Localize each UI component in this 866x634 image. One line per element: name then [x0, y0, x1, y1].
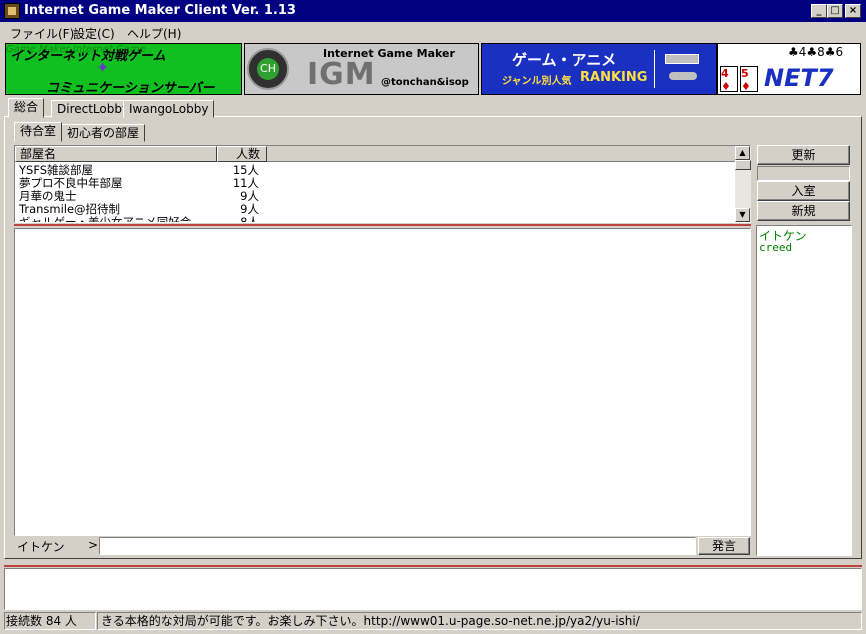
- banner-net7[interactable]: ♣4♣8♣6 4 ♦ 5 ♦ NET7: [717, 43, 861, 95]
- scroll-up-icon[interactable]: ▲: [735, 146, 750, 160]
- scroll-thumb[interactable]: [735, 160, 751, 170]
- room-list-scrollbar[interactable]: ▲ ▼: [735, 146, 751, 222]
- table-row-count: 9人: [240, 202, 259, 216]
- banner-game-anime[interactable]: ゲーム・アニメ ジャンル別人気 RANKING: [481, 43, 717, 95]
- enter-room-button[interactable]: 入室: [757, 181, 850, 201]
- menu-file[interactable]: ファイル(F): [10, 25, 74, 41]
- chat-log[interactable]: [14, 228, 751, 536]
- app-icon[interactable]: [4, 3, 20, 19]
- column-header-room-name[interactable]: 部屋名: [15, 146, 217, 162]
- console-icon: [654, 50, 710, 88]
- splitter[interactable]: [14, 224, 751, 226]
- tab-general[interactable]: 総合: [8, 98, 45, 118]
- tab-waiting-room[interactable]: 待合室: [14, 122, 63, 142]
- chat-input[interactable]: [99, 537, 696, 555]
- user-list-item[interactable]: creed: [759, 241, 792, 254]
- globe-icon: CH: [247, 48, 289, 90]
- banner-mascot-icon: ✦: [96, 58, 110, 77]
- banner-anime-title: ゲーム・アニメ: [512, 51, 617, 69]
- table-row-name[interactable]: ギャルゲー・美少女アニメ同好会: [19, 216, 191, 222]
- system-message-area: [4, 568, 862, 610]
- card-icon: 5 ♦: [740, 66, 758, 93]
- room-list[interactable]: 部屋名 人数 YSFS雑談部屋 15人 夢プロ不良中年部屋 11人 月華の鬼士 …: [14, 145, 751, 223]
- banner-igm[interactable]: CH Internet Game Maker IGM @tonchan&isop: [244, 43, 479, 95]
- close-button[interactable]: ×: [845, 4, 861, 18]
- tab-iwangolobby[interactable]: IwangoLobby: [123, 100, 215, 118]
- card-icon: 4 ♦: [720, 66, 738, 93]
- maximize-button[interactable]: □: [827, 4, 843, 18]
- banner-anime-ranking: RANKING: [580, 70, 648, 85]
- say-button[interactable]: 発言: [698, 537, 750, 555]
- spacer-panel: [757, 166, 850, 181]
- chat-prompt: >: [88, 538, 99, 552]
- banner-fight-game[interactable]: Game Maker Internet Game インターネット対戦ゲーム ✦ …: [5, 43, 242, 95]
- new-room-button[interactable]: 新規: [757, 201, 850, 221]
- banner-anime-sub: ジャンル別人気: [502, 76, 572, 87]
- table-row-count: 8人: [215, 216, 259, 222]
- menu-settings[interactable]: 設定(C): [73, 25, 115, 41]
- column-header-count[interactable]: 人数: [217, 146, 267, 162]
- tab-beginner-room[interactable]: 初心者の部屋: [61, 124, 146, 142]
- chat-nickname: イトケン: [17, 540, 65, 554]
- table-row-name[interactable]: Transmile@招待制: [19, 203, 120, 216]
- window-title: Internet Game Maker Client Ver. 1.13: [24, 3, 296, 18]
- scroll-down-icon[interactable]: ▼: [735, 208, 750, 222]
- banner-igm-logo: IGM: [307, 57, 376, 92]
- banner-igm-credit: @tonchan&isop: [381, 77, 469, 88]
- banner-cards-row: ♣4♣8♣6: [788, 45, 844, 59]
- status-ticker: きる本格的な対局が可能です。お楽しみ下さい。http://www01.u-pag…: [97, 612, 862, 630]
- user-list[interactable]: イトケン creed: [756, 225, 852, 556]
- refresh-button[interactable]: 更新: [757, 145, 850, 165]
- column-header-filler: [267, 146, 735, 162]
- status-connections: 接続数 84 人: [4, 612, 96, 630]
- bottom-splitter[interactable]: [4, 565, 862, 567]
- banner-line1: インターネット対戦ゲーム: [10, 49, 166, 64]
- minimize-button[interactable]: _: [811, 4, 827, 18]
- banner-net7-logo: NET7: [764, 64, 834, 92]
- banner-line2: コミュニケーションサーバー: [46, 81, 215, 95]
- menu-help[interactable]: ヘルプ(H): [127, 25, 181, 41]
